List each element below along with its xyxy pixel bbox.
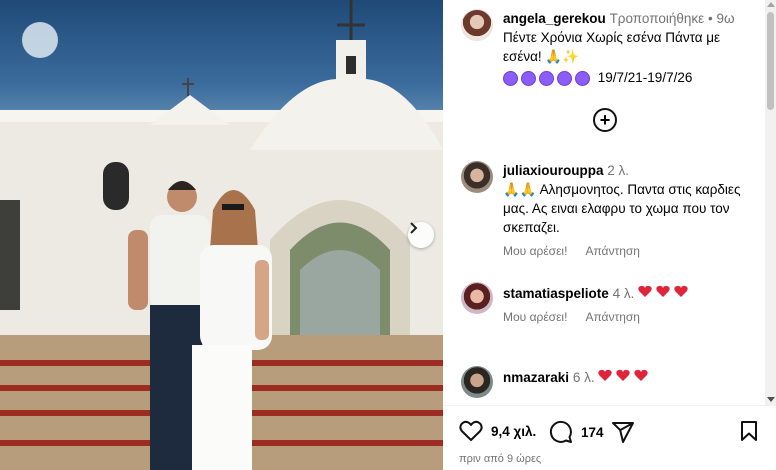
commenter-avatar[interactable]: [461, 366, 493, 398]
chevron-right-icon: [410, 222, 418, 234]
commenter-avatar[interactable]: [461, 161, 493, 193]
church-photo-illustration: [0, 0, 443, 470]
purple-heart-icon: [557, 70, 572, 86]
comment-icon[interactable]: [549, 420, 573, 444]
comment-action: 174: [549, 420, 604, 444]
comment-hearts: [638, 285, 688, 298]
red-heart-icon: [598, 369, 613, 381]
post-age[interactable]: 9ω: [716, 11, 734, 26]
red-heart-icon: [674, 285, 688, 297]
author-username[interactable]: angela_gerekou: [503, 11, 606, 26]
red-heart-icon: [656, 285, 670, 297]
post-caption: angela_gerekou Τροποποιήθηκε • 9ω Πέντε …: [461, 9, 761, 87]
purple-heart-icon: [503, 70, 518, 86]
edited-label: Τροποποιήθηκε: [609, 11, 705, 26]
commenter-username[interactable]: stamatiaspeliote: [503, 286, 609, 301]
comments-scroll-area[interactable]: angela_gerekou Τροποποιήθηκε • 9ω Πέντε …: [443, 0, 765, 405]
red-heart-icon: [616, 369, 631, 381]
caption-dates: 19/7/21-19/7/26: [597, 70, 693, 85]
comment-item: stamatiaspeliote 4 λ. Μου αρέσει! Απάντη…: [461, 282, 751, 324]
comment-text: 🙏🙏 Αλησμονητος. Παντα στις καρδιες μας. …: [503, 182, 741, 235]
purple-hearts: [503, 70, 590, 86]
commenter-avatar[interactable]: [461, 282, 493, 314]
scroll-up-arrow[interactable]: [767, 2, 775, 7]
comment-age: 4 λ.: [612, 286, 635, 301]
like-action: 9,4 χιλ.: [459, 420, 536, 442]
comment-like-button[interactable]: Μου αρέσει!: [503, 244, 567, 258]
save-icon[interactable]: [739, 420, 759, 442]
comment-hearts: [598, 369, 649, 382]
save-action: [739, 420, 759, 442]
scroll-down-arrow[interactable]: [767, 397, 775, 402]
scroll-thumb[interactable]: [767, 12, 774, 110]
caption-text: Πέντε Χρόνια Χωρίς εσένα Πάντα με εσένα!…: [503, 30, 721, 64]
comment-item: juliaxiourouppa 2 λ. 🙏🙏 Αλησμονητος. Παν…: [461, 161, 751, 258]
comment-item: nmazaraki 6 λ.: [461, 366, 751, 398]
share-icon[interactable]: [611, 420, 635, 444]
red-heart-icon: [634, 369, 649, 381]
red-heart-icon: [638, 285, 652, 297]
comments-scrollbar[interactable]: [765, 0, 776, 405]
commenter-username[interactable]: nmazaraki: [503, 370, 569, 385]
post-side-panel: angela_gerekou Τροποποιήθηκε • 9ω Πέντε …: [443, 0, 776, 470]
carousel-next-button[interactable]: [408, 222, 434, 248]
add-icon[interactable]: +: [593, 108, 617, 132]
purple-heart-icon: [539, 70, 554, 86]
meta-separator: •: [707, 11, 713, 26]
purple-heart-icon: [575, 70, 590, 86]
comment-reply-button[interactable]: Απάντηση: [585, 310, 640, 324]
likes-count[interactable]: 9,4 χιλ.: [491, 424, 536, 439]
heart-icon[interactable]: [459, 420, 483, 442]
post-action-bar: 9,4 χιλ. 174 πριν από 9 ώρες: [443, 405, 776, 470]
commenter-username[interactable]: juliaxiourouppa: [503, 163, 604, 178]
comment-reply-button[interactable]: Απάντηση: [585, 244, 640, 258]
comment-age: 6 λ.: [572, 370, 595, 385]
post-time-ago[interactable]: πριν από 9 ώρες: [459, 453, 541, 465]
share-action: [611, 420, 635, 444]
author-avatar[interactable]: [461, 9, 493, 41]
purple-heart-icon: [521, 70, 536, 86]
comment-age: 2 λ.: [607, 163, 630, 178]
post-photo: [0, 0, 443, 470]
comment-like-button[interactable]: Μου αρέσει!: [503, 310, 567, 324]
comments-count[interactable]: 174: [581, 425, 604, 440]
